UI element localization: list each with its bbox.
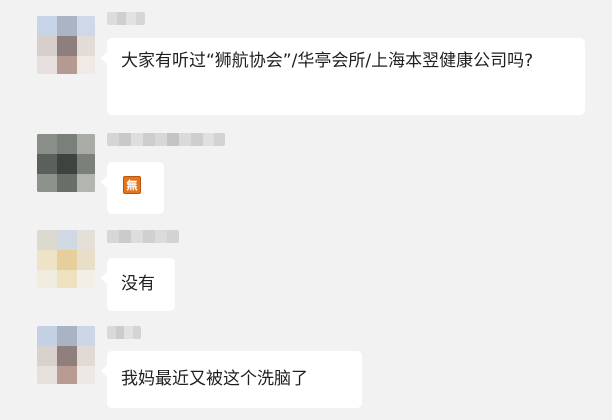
message-text: 没有 (121, 274, 155, 294)
bubble-tail (101, 52, 107, 64)
avatar[interactable] (37, 230, 95, 288)
mu-emoji-icon: 無 (123, 176, 141, 194)
bubble-tail (101, 176, 107, 188)
sender-name (107, 230, 179, 243)
message-bubble[interactable]: 無 (101, 162, 164, 214)
sender-name (107, 326, 141, 339)
message-bubble[interactable]: 大家有听过“狮航协会”/华亭会所/上海本翌健康公司吗? (101, 38, 585, 115)
message-bubble[interactable]: 没有 (101, 258, 175, 311)
avatar[interactable] (37, 16, 95, 74)
message-text: 大家有听过“狮航协会”/华亭会所/上海本翌健康公司吗? (121, 51, 534, 71)
bubble-tail (101, 365, 107, 377)
bubble-tail (101, 272, 107, 284)
message-text: 我妈最近又被这个洗脑了 (121, 369, 308, 389)
message-bubble[interactable]: 我妈最近又被这个洗脑了 (101, 351, 362, 408)
avatar[interactable] (37, 134, 95, 192)
sender-name (107, 12, 145, 25)
avatar[interactable] (37, 326, 95, 384)
sender-name (107, 133, 225, 146)
